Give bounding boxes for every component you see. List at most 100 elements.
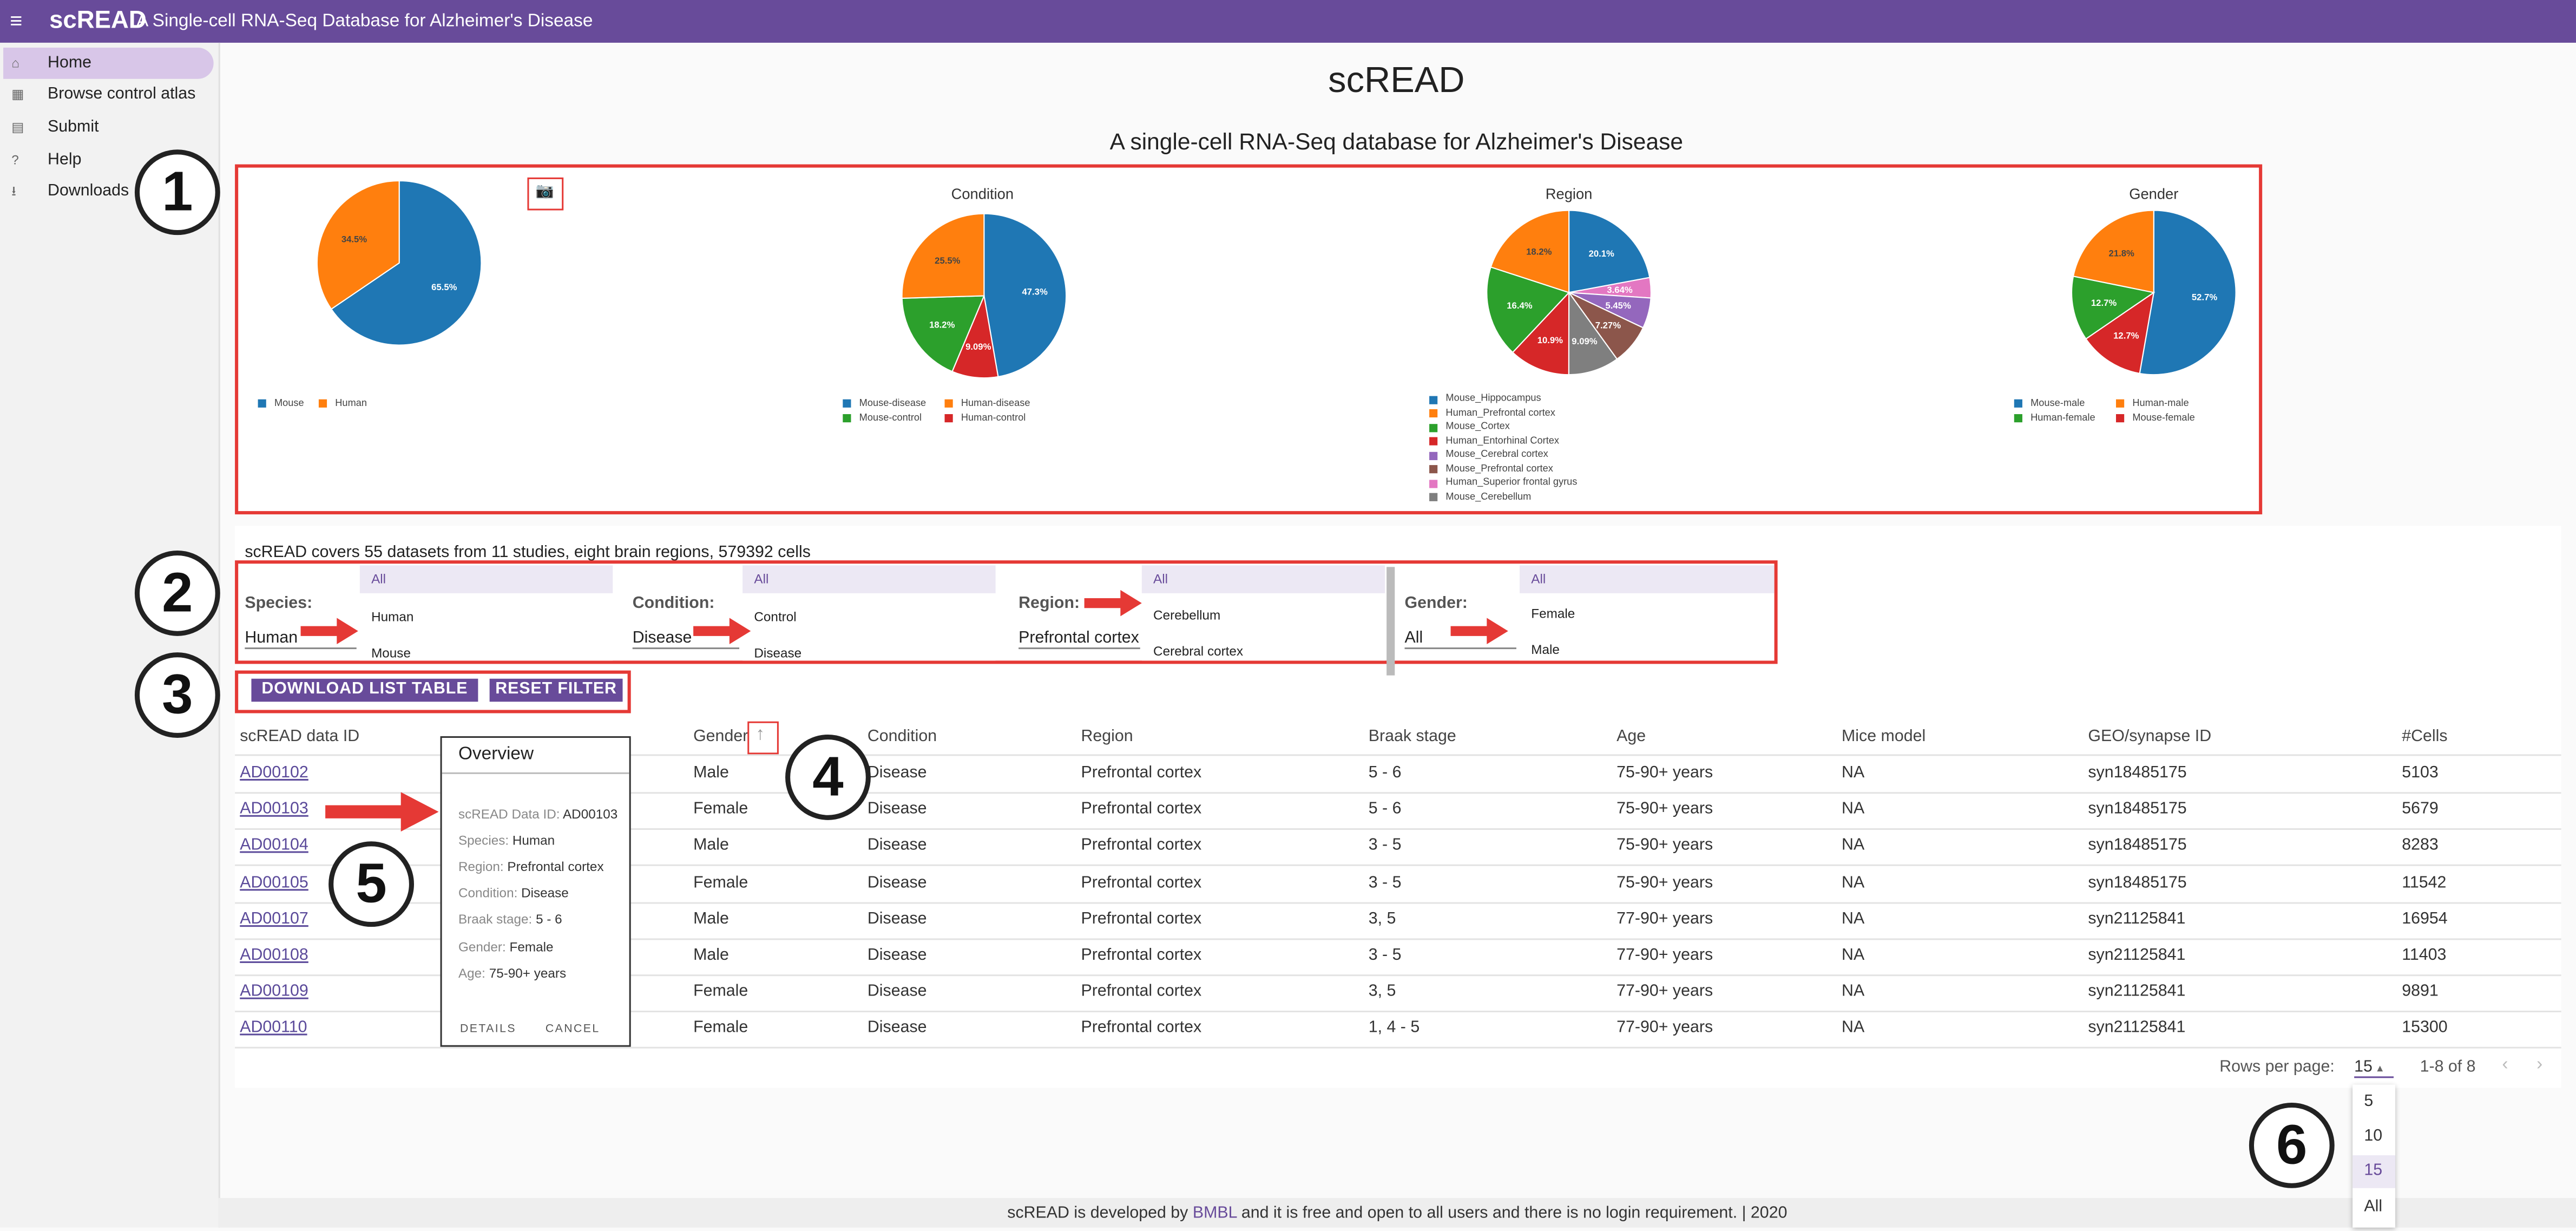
- region-select[interactable]: Prefrontal cortex: [1018, 630, 1140, 650]
- pie-gender[interactable]: 52.7% 12.7% 12.7% 21.8%: [2071, 209, 2237, 376]
- cell-cells: 16954: [2402, 910, 2448, 928]
- slice-label: 7.27%: [1595, 320, 1621, 331]
- legend-region: Mouse_Hippocampus Human_Prefrontal corte…: [1429, 393, 1577, 505]
- region-option[interactable]: Cerebellum: [1153, 608, 1220, 623]
- column-header-age[interactable]: Age: [1616, 728, 1646, 746]
- rows-option[interactable]: 10: [2352, 1121, 2395, 1154]
- cell-braak: 3, 5: [1368, 910, 1396, 928]
- region-option[interactable]: Cerebral cortex: [1153, 644, 1243, 659]
- reset-filter-button[interactable]: RESET FILTER: [489, 678, 623, 702]
- cell-age: 75-90+ years: [1616, 764, 1713, 782]
- cell-id[interactable]: AD00110: [240, 1019, 307, 1037]
- species-option[interactable]: Human: [371, 610, 413, 624]
- pie-condition[interactable]: 47.3% 9.09% 18.2% 25.5%: [901, 213, 1067, 379]
- overview-popover: Overview scREAD Data ID: AD00103 Species…: [440, 736, 631, 1047]
- download-list-table-button[interactable]: DOWNLOAD LIST TABLE: [251, 678, 478, 702]
- column-header-condition[interactable]: Condition: [868, 728, 937, 746]
- cell-geo-id: syn21125841: [2088, 946, 2186, 965]
- filter-label-species: Species:: [245, 594, 313, 613]
- cell-gender: Male: [693, 910, 729, 928]
- legend-item: Mouse-male: [2014, 398, 2116, 408]
- rows-option[interactable]: 15: [2352, 1155, 2396, 1188]
- cell-braak: 3 - 5: [1368, 837, 1402, 855]
- sort-arrow-icon[interactable]: ↑: [755, 725, 765, 744]
- overview-field: Species: Human: [458, 833, 555, 848]
- cell-id[interactable]: AD00104: [240, 837, 308, 855]
- slice-label: 18.2%: [1526, 246, 1552, 257]
- arrow-region: [1084, 590, 1142, 617]
- slice-label: 12.7%: [2113, 331, 2139, 341]
- slice-label: 10.9%: [1537, 335, 1563, 345]
- column-header-braak[interactable]: Braak stage: [1369, 728, 1456, 746]
- rows-per-page-select[interactable]: 15 ▴: [2354, 1058, 2394, 1078]
- cell-id[interactable]: AD00108: [240, 947, 308, 965]
- legend-item: Mouse_Cortex: [1429, 421, 1577, 435]
- overview-title: Overview: [458, 744, 534, 764]
- column-header-gender[interactable]: Gender: [693, 728, 748, 746]
- column-header-geo-id[interactable]: GEO/synapse ID: [2088, 728, 2211, 746]
- cell-region: Prefrontal cortex: [1081, 946, 1202, 965]
- legend-item: Human-disease: [944, 398, 1047, 408]
- region-option[interactable]: All: [1141, 565, 1385, 593]
- pie-species[interactable]: 65.5% 34.5%: [316, 180, 482, 346]
- rows-option[interactable]: 5: [2352, 1086, 2395, 1119]
- cell-geo-id: syn21125841: [2088, 910, 2186, 928]
- callout-3: 3: [134, 652, 220, 738]
- column-header-mice-model[interactable]: Mice model: [1842, 728, 1926, 746]
- legend-item: Mouse: [258, 398, 319, 408]
- column-header-cells[interactable]: #Cells: [2402, 728, 2447, 746]
- condition-option[interactable]: Disease: [754, 646, 801, 660]
- cell-cells: 8283: [2402, 837, 2439, 855]
- slice-label: 65.5%: [431, 282, 457, 292]
- gender-option[interactable]: All: [1520, 565, 1775, 593]
- column-header-region[interactable]: Region: [1081, 728, 1133, 746]
- next-page-icon[interactable]: ›: [2536, 1055, 2542, 1075]
- legend-item: Human-male: [2115, 398, 2218, 408]
- cell-mice-model: NA: [1842, 764, 1865, 782]
- rows-option[interactable]: All: [2352, 1191, 2395, 1225]
- cell-mice-model: NA: [1842, 1019, 1865, 1038]
- overview-field: Condition: Disease: [458, 886, 569, 901]
- condition-option[interactable]: Control: [754, 610, 796, 624]
- cell-geo-id: syn18485175: [2088, 837, 2187, 855]
- pie-region[interactable]: 20.1% 3.64% 5.45% 7.27% 9.09% 10.9% 16.4% 18.2%: [1486, 209, 1652, 376]
- callout-1: 1: [134, 149, 220, 235]
- cell-braak: 3 - 5: [1368, 873, 1402, 892]
- rows-per-page-label: Rows per page:: [2219, 1058, 2335, 1077]
- overview-field: Age: 75-90+ years: [458, 966, 567, 981]
- gender-option[interactable]: Male: [1531, 643, 1560, 657]
- cell-age: 77-90+ years: [1616, 983, 1713, 1001]
- cell-id[interactable]: AD00103: [240, 801, 308, 819]
- species-option[interactable]: All: [359, 565, 613, 593]
- legend-item: Mouse_Prefrontal cortex: [1429, 463, 1577, 477]
- cell-id[interactable]: AD00109: [240, 983, 308, 1001]
- slice-label: 52.7%: [2192, 292, 2217, 303]
- cell-mice-model: NA: [1842, 946, 1865, 965]
- column-header-id[interactable]: scREAD data ID: [240, 728, 359, 746]
- cell-id[interactable]: AD00105: [240, 874, 308, 892]
- region-scrollbar[interactable]: [1386, 567, 1395, 676]
- cell-cells: 11542: [2402, 873, 2447, 892]
- gender-option[interactable]: Female: [1531, 606, 1575, 621]
- overview-divider: [442, 772, 629, 774]
- legend-item: Mouse-control: [843, 413, 944, 423]
- cancel-button[interactable]: CANCEL: [546, 1024, 600, 1035]
- callout-4: 4: [785, 734, 871, 820]
- cell-id[interactable]: AD00102: [240, 764, 308, 782]
- bmbl-link[interactable]: BMBL: [1193, 1204, 1237, 1222]
- cell-mice-model: NA: [1842, 983, 1865, 1001]
- prev-page-icon[interactable]: ‹: [2502, 1055, 2508, 1075]
- cell-id[interactable]: AD00107: [240, 910, 308, 928]
- footer-text: and it is free and open to all users and…: [1237, 1204, 1788, 1223]
- cell-gender: Female: [693, 1019, 748, 1038]
- condition-option[interactable]: All: [742, 565, 996, 593]
- cell-condition: Disease: [867, 910, 927, 928]
- callout-5: 5: [328, 841, 414, 927]
- cell-region: Prefrontal cortex: [1081, 873, 1202, 892]
- legend-item: Human_Superior frontal gyrus: [1429, 476, 1577, 490]
- cell-age: 75-90+ years: [1616, 837, 1713, 855]
- details-button[interactable]: DETAILS: [460, 1024, 516, 1035]
- cell-gender: Female: [693, 873, 748, 892]
- species-option[interactable]: Mouse: [371, 646, 411, 660]
- arrow-species: [300, 618, 358, 644]
